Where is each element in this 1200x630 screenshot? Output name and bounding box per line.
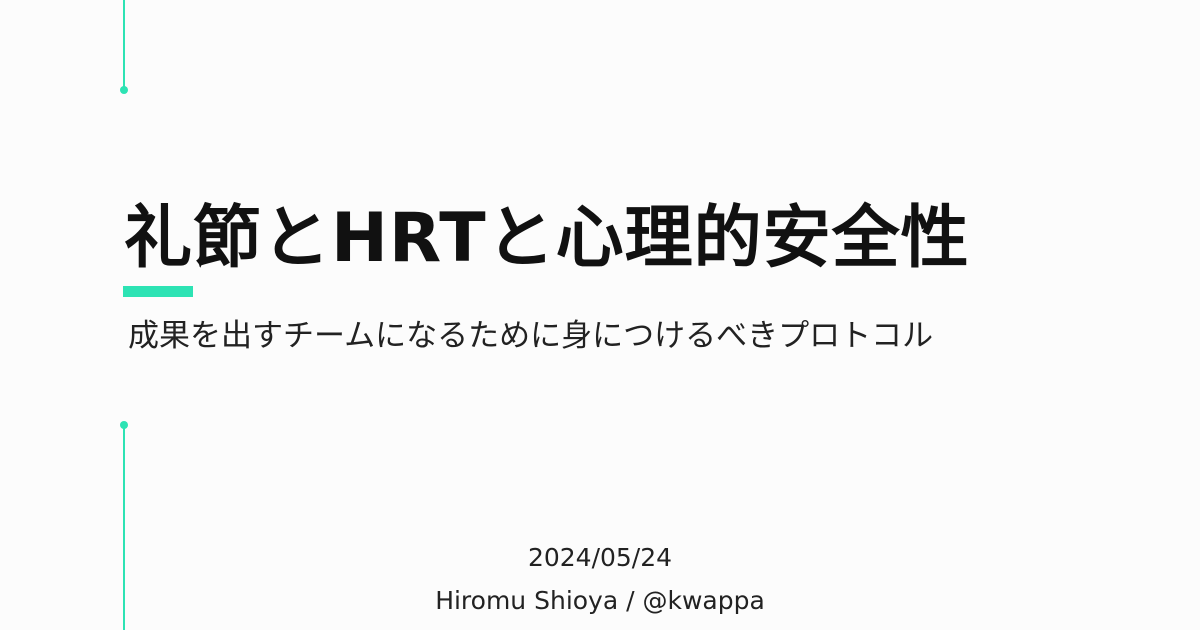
slide-author: Hiromu Shioya / @kwappa [435,586,765,615]
title-accent-bar [123,286,193,297]
decorative-rail-top [123,0,125,90]
slide-date: 2024/05/24 [527,543,673,572]
decorative-rail-dot-top [120,86,128,94]
slide-subtitle: 成果を出すチームになるために身につけるべきプロトコル [128,318,934,354]
slide-title: 礼節とHRTと心理的安全性 [124,199,970,278]
